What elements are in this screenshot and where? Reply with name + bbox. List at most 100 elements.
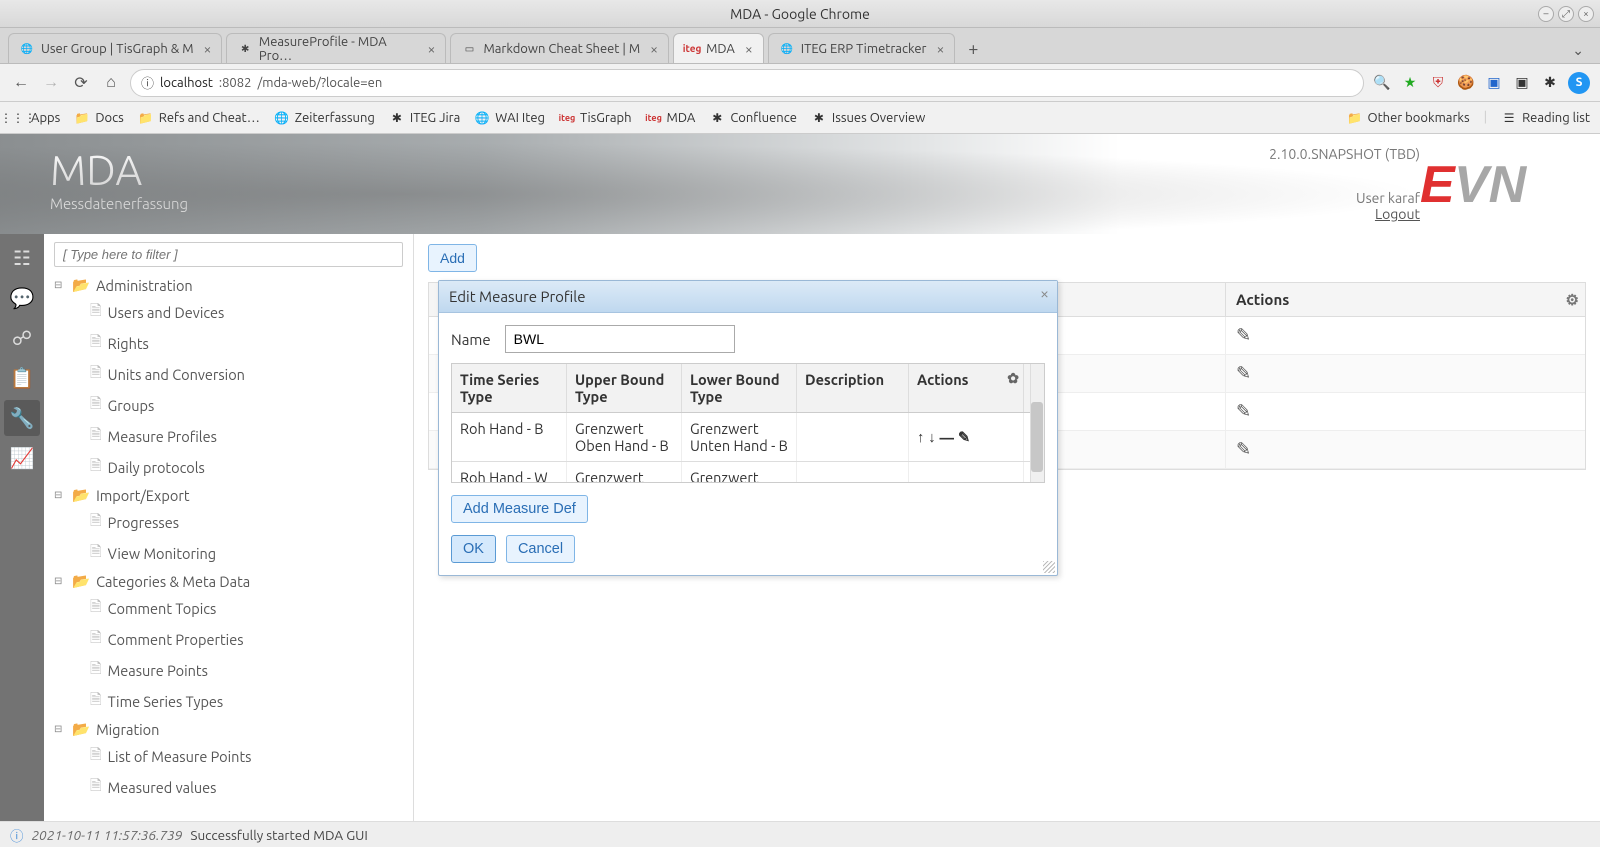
measure-row[interactable]: Roh Hand - B Grenzwert Oben Hand - B Gre… — [452, 413, 1044, 462]
profile-avatar[interactable]: S — [1568, 72, 1590, 94]
tree-item[interactable]: 🗎Progresses — [90, 507, 403, 538]
star-icon[interactable]: ★ — [1400, 73, 1420, 93]
tab-close-icon[interactable]: × — [650, 41, 658, 57]
tree-item[interactable]: 🗎Comment Topics — [90, 593, 403, 624]
tree-item[interactable]: 🗎Units and Conversion — [90, 359, 403, 390]
apps-button[interactable]: ⋮⋮⋮Apps — [10, 110, 60, 126]
rail-wrench-icon[interactable]: 🔧 — [4, 400, 40, 436]
logout-link[interactable]: Logout — [1375, 206, 1420, 222]
bookmark-item[interactable]: 🌐WAI Iteg — [474, 110, 545, 126]
edit-icon[interactable]: ✎ — [1236, 325, 1251, 345]
extension-icon-2[interactable]: ▣ — [1512, 73, 1532, 93]
browser-tab[interactable]: 🌐ITEG ERP Timetracker× — [768, 33, 956, 63]
cookie-icon[interactable]: 🍪 — [1456, 73, 1476, 93]
window-minimize-button[interactable]: – — [1538, 6, 1554, 22]
url-input[interactable]: ⓘ localhost:8082/mda-web/?locale=en — [130, 69, 1364, 97]
col-lower[interactable]: Lower Bound Type — [682, 364, 797, 412]
dialog-titlebar[interactable]: Edit Measure Profile × — [439, 281, 1057, 313]
rail-graph-icon[interactable]: ☍ — [4, 320, 40, 356]
collapse-icon[interactable]: ⊟ — [54, 489, 66, 501]
reading-list-button[interactable]: ☰Reading list — [1501, 110, 1590, 126]
puzzle-icon[interactable]: ✱ — [1540, 73, 1560, 93]
remove-icon[interactable]: — — [940, 429, 955, 446]
tab-close-icon[interactable]: × — [204, 41, 212, 57]
tree-folder-importexport[interactable]: ⊟📂Import/Export — [54, 483, 403, 507]
tree-item[interactable]: 🗎Measure Profiles — [90, 421, 403, 452]
extension-icon-1[interactable]: ▣ — [1484, 73, 1504, 93]
bookmark-item[interactable]: ✱Issues Overview — [811, 110, 925, 126]
nav-forward-button[interactable]: → — [40, 72, 62, 94]
move-down-icon[interactable]: ↓ — [928, 428, 935, 446]
tree-item[interactable]: 🗎Rights — [90, 328, 403, 359]
tree-item[interactable]: 🗎List of Measure Points — [90, 741, 403, 772]
gear-icon[interactable]: ⚙ — [1566, 291, 1579, 309]
nav-reload-button[interactable]: ⟳ — [70, 72, 92, 94]
bookmark-item[interactable]: itegTisGraph — [559, 110, 632, 126]
gear-icon[interactable]: ✿ — [1007, 370, 1019, 387]
window-close-button[interactable]: × — [1578, 6, 1594, 22]
grid-header-actions[interactable]: Actions⚙ — [1225, 283, 1585, 316]
bookmark-item[interactable]: 📁Refs and Cheat… — [138, 110, 260, 126]
rail-chat-icon[interactable]: 💬 — [4, 280, 40, 316]
nav-back-button[interactable]: ← — [10, 72, 32, 94]
browser-tab[interactable]: ▭Markdown Cheat Sheet | M× — [450, 33, 669, 63]
tree-item[interactable]: 🗎Daily protocols — [90, 452, 403, 483]
tree-item[interactable]: 🗎Users and Devices — [90, 297, 403, 328]
rail-chart-icon[interactable]: 📈 — [4, 440, 40, 476]
shield-icon[interactable]: ⛨ — [1428, 73, 1448, 93]
bookmark-item[interactable]: itegMDA — [646, 110, 696, 126]
nav-home-button[interactable]: ⌂ — [100, 72, 122, 94]
scrollbar-thumb[interactable] — [1031, 402, 1043, 472]
collapse-icon[interactable]: ⊟ — [54, 575, 66, 587]
browser-tab[interactable]: 🌐User Group | TisGraph & M× — [8, 33, 222, 63]
col-upper[interactable]: Upper Bound Type — [567, 364, 682, 412]
tab-dropdown-button[interactable]: ⌄ — [1564, 38, 1592, 63]
collapse-icon[interactable]: ⊟ — [54, 723, 66, 735]
edit-icon[interactable]: ✎ — [1236, 401, 1251, 421]
tab-close-icon[interactable]: × — [745, 41, 753, 57]
rail-tree-icon[interactable]: ☷ — [4, 240, 40, 276]
tree-item[interactable]: 🗎Groups — [90, 390, 403, 421]
dialog-close-icon[interactable]: × — [1040, 285, 1049, 303]
search-icon[interactable]: 🔍 — [1372, 73, 1392, 93]
new-tab-button[interactable]: + — [959, 35, 987, 63]
edit-icon[interactable]: ✎ — [958, 428, 970, 446]
resize-handle[interactable] — [1043, 561, 1055, 573]
col-desc[interactable]: Description — [797, 364, 909, 412]
window-maximize-button[interactable]: ⤢ — [1558, 6, 1574, 22]
tree-item[interactable]: 🗎Comment Properties — [90, 624, 403, 655]
doc-icon: 🗎 — [90, 393, 102, 418]
bookmark-item[interactable]: ✱Confluence — [709, 110, 797, 126]
rail-doc-icon[interactable]: 📋 — [4, 360, 40, 396]
bookmark-item[interactable]: 🌐Zeiterfassung — [274, 110, 375, 126]
name-input[interactable] — [505, 325, 735, 353]
col-timeseries[interactable]: Time Series Type — [452, 364, 567, 412]
tab-close-icon[interactable]: × — [428, 41, 436, 57]
site-info-icon[interactable]: ⓘ — [141, 73, 154, 92]
collapse-icon[interactable]: ⊟ — [54, 279, 66, 291]
tree-folder-migration[interactable]: ⊟📂Migration — [54, 717, 403, 741]
ok-button[interactable]: OK — [451, 535, 496, 563]
browser-tab-active[interactable]: itegMDA× — [673, 33, 764, 63]
browser-tab[interactable]: ✱MeasureProfile - MDA Pro…× — [226, 33, 446, 63]
move-up-icon[interactable]: ↑ — [917, 428, 924, 446]
add-measure-def-button[interactable]: Add Measure Def — [451, 495, 588, 523]
tree-item[interactable]: 🗎Time Series Types — [90, 686, 403, 717]
tree-item[interactable]: 🗎View Monitoring — [90, 538, 403, 569]
cancel-button[interactable]: Cancel — [506, 535, 575, 563]
tree-filter-input[interactable] — [54, 242, 403, 267]
edit-icon[interactable]: ✎ — [1236, 439, 1251, 459]
col-actions[interactable]: Actions✿ — [909, 364, 1024, 412]
tree-folder-categories[interactable]: ⊟📂Categories & Meta Data — [54, 569, 403, 593]
bookmark-item[interactable]: 📁Docs — [74, 110, 123, 126]
tree-item[interactable]: 🗎Measure Points — [90, 655, 403, 686]
tree-folder-administration[interactable]: ⊟📂Administration — [54, 273, 403, 297]
measure-row[interactable]: Roh Hand - W Grenzwert Oben Hand - W Gre… — [452, 462, 1044, 483]
status-timestamp: 2021-10-11 11:57:36.739 — [32, 827, 183, 843]
tab-close-icon[interactable]: × — [936, 41, 944, 57]
other-bookmarks-button[interactable]: 📁Other bookmarks — [1346, 110, 1469, 126]
tree-item[interactable]: 🗎Measured values — [90, 772, 403, 803]
edit-icon[interactable]: ✎ — [1236, 363, 1251, 383]
bookmark-item[interactable]: ✱ITEG Jira — [389, 110, 460, 126]
add-button[interactable]: Add — [428, 244, 477, 272]
